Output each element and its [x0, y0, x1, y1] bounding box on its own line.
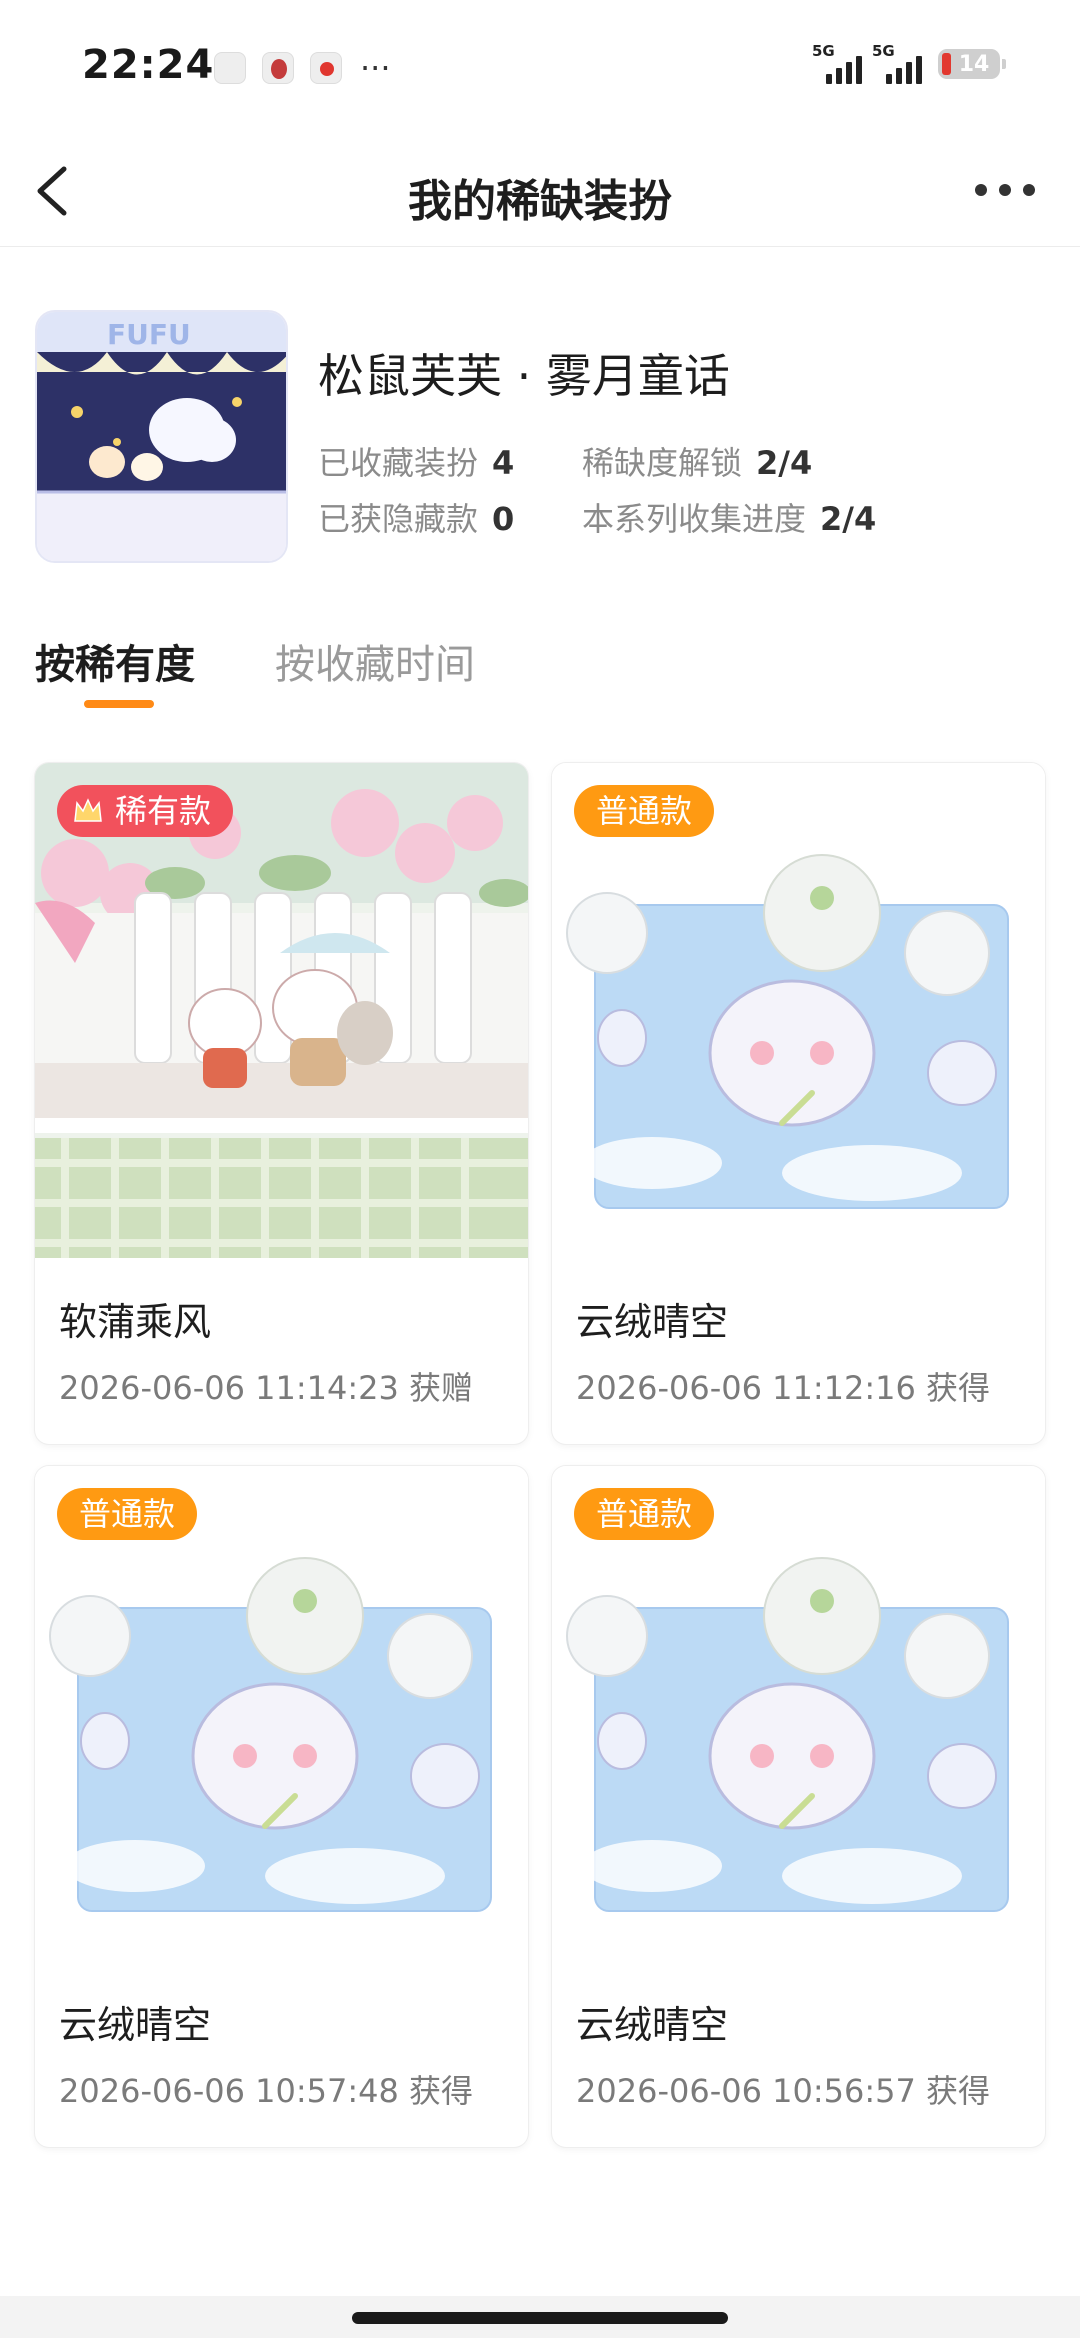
outfit-image — [552, 1466, 1045, 1961]
stat-rarity: 稀缺度解锁 2/4 — [582, 438, 812, 484]
rarity-badge: 普通款 — [57, 1488, 198, 1540]
signal-2-icon: 5G — [872, 42, 922, 84]
more-dot-icon — [999, 184, 1011, 196]
weibo-icon — [310, 52, 342, 84]
outfit-meta: 2026-06-06 11:12:16 获得 — [576, 1369, 991, 1407]
stat-collected-value: 4 — [492, 444, 515, 482]
rarity-badge: 普通款 — [574, 1488, 715, 1540]
nav-bar: 我的稀缺装扮 — [0, 135, 1080, 247]
signal-1-icon: 5G — [812, 42, 862, 84]
outfit-title: 云绒晴空 — [59, 2003, 212, 2047]
outfit-title: 云绒晴空 — [576, 1300, 729, 1344]
stat-progress-label: 本系列收集进度 — [582, 500, 807, 538]
status-notification-icons: ··· — [214, 52, 391, 84]
status-more-indicator: ··· — [360, 49, 391, 87]
crown-icon — [74, 798, 102, 822]
battery-level: 14 — [958, 51, 990, 77]
status-time: 22:24 — [82, 42, 215, 88]
outfit-card[interactable]: 普通款 云绒晴空 2026-06-06 10:57:48 获得 — [35, 1466, 528, 2147]
status-bar: 22:24 ··· 5G 5G 14 — [0, 0, 1080, 135]
svg-text:FUFU: FUFU — [107, 318, 191, 351]
battery-icon: 14 — [938, 49, 1006, 79]
tab-by-collect-time[interactable]: 按收藏时间 — [275, 632, 475, 690]
page: 22:24 ··· 5G 5G 14 我的稀缺装扮 FUFU 松鼠芙芙 · 雾月… — [0, 0, 1080, 2338]
stat-rarity-value: 2/4 — [756, 444, 813, 482]
tab-by-rarity[interactable]: 按稀有度 — [35, 632, 195, 690]
outfit-image — [552, 763, 1045, 1258]
outfit-image — [35, 1466, 528, 1961]
rarity-badge-label: 稀有款 — [115, 792, 212, 830]
more-dot-icon — [975, 184, 987, 196]
status-right: 5G 5G 14 — [812, 42, 1006, 84]
outfit-title: 云绒晴空 — [576, 2003, 729, 2047]
signal-2-label: 5G — [872, 42, 895, 60]
page-title: 我的稀缺装扮 — [408, 176, 672, 227]
stat-hidden-value: 0 — [492, 500, 515, 538]
outfit-card[interactable]: 普通款 云绒晴空 2026-06-06 10:56:57 获得 — [552, 1466, 1045, 2147]
stat-hidden: 已获隐藏款 0 — [318, 494, 514, 540]
outfit-meta: 2026-06-06 10:57:48 获得 — [59, 2072, 474, 2110]
notification-app-icon — [214, 52, 246, 84]
stat-progress: 本系列收集进度 2/4 — [582, 494, 876, 540]
rarity-badge: 稀有款 — [57, 785, 234, 837]
outfit-card[interactable]: 稀有款 软蒲乘风 2026-06-06 11:14:23 获赠 — [35, 763, 528, 1444]
outfit-title: 软蒲乘风 — [59, 1300, 212, 1344]
tab-active-indicator — [84, 700, 154, 708]
notification-avatar-icon — [262, 52, 294, 84]
stat-progress-value: 2/4 — [820, 500, 877, 538]
home-indicator[interactable] — [352, 2312, 728, 2324]
signal-1-label: 5G — [812, 42, 835, 60]
series-name: 松鼠芙芙 · 雾月童话 — [318, 349, 730, 403]
stat-rarity-label: 稀缺度解锁 — [582, 444, 743, 482]
outfit-card[interactable]: 普通款 云绒晴空 2026-06-06 11:12:16 获得 — [552, 763, 1045, 1444]
outfit-image — [35, 763, 528, 1258]
more-dot-icon — [1023, 184, 1035, 196]
stat-collected: 已收藏装扮 4 — [318, 438, 514, 484]
rarity-badge: 普通款 — [574, 785, 715, 837]
outfit-meta: 2026-06-06 10:56:57 获得 — [576, 2072, 991, 2110]
series-cover-image[interactable]: FUFU — [35, 310, 288, 563]
outfit-meta: 2026-06-06 11:14:23 获赠 — [59, 1369, 474, 1407]
more-button[interactable] — [970, 175, 1040, 205]
stat-collected-label: 已收藏装扮 — [318, 444, 479, 482]
stat-hidden-label: 已获隐藏款 — [318, 500, 479, 538]
